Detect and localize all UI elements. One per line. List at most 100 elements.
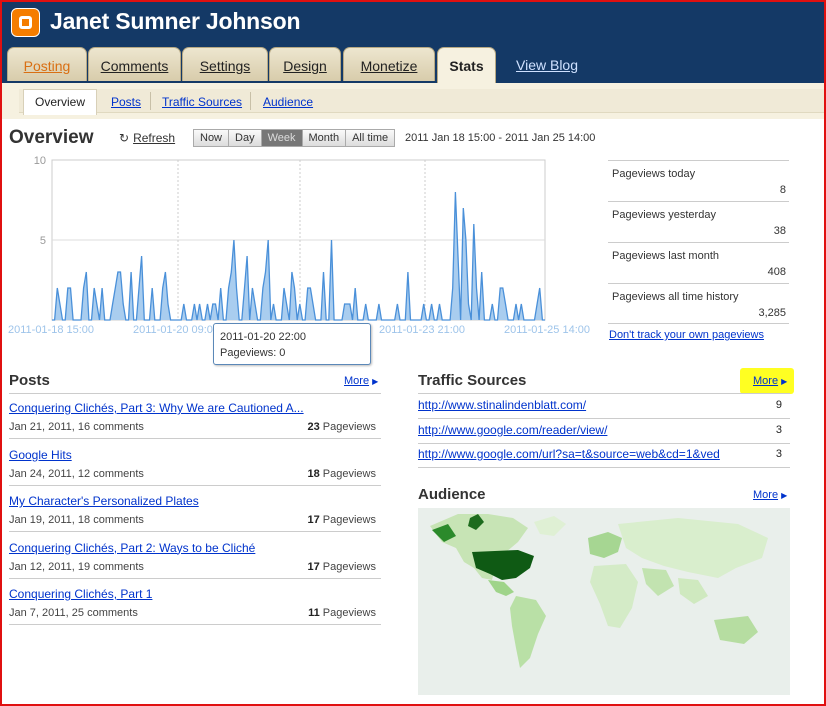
post-item: Conquering Clichés, Part 3: Why We are C… xyxy=(9,401,381,447)
refresh-icon: ↻ xyxy=(119,131,130,145)
audience-heading: Audience xyxy=(418,486,486,503)
blog-title: Janet Sumner Johnson xyxy=(50,8,301,34)
traffic-more-link[interactable]: More ▶ xyxy=(753,375,787,387)
range-day[interactable]: Day xyxy=(229,130,262,146)
y-tick-label: 5 xyxy=(40,235,46,247)
posts-heading: Posts xyxy=(9,372,50,389)
traffic-source-row: http://www.stinalindenblatt.com/9 xyxy=(418,395,790,419)
post-pageviews: 11 Pageviews xyxy=(308,607,376,619)
tab-stats[interactable]: Stats xyxy=(437,47,496,83)
post-item: Conquering Clichés, Part 1 Jan 7, 2011, 2… xyxy=(9,587,381,633)
view-blog-link[interactable]: View Blog xyxy=(516,57,578,73)
arrow-right-icon: ▶ xyxy=(781,491,788,500)
x-tick-label: 2011-01-25 14:00 xyxy=(504,324,590,336)
divider xyxy=(9,438,381,439)
post-views-count: 18 xyxy=(307,467,320,480)
post-views-count: 11 xyxy=(308,607,320,619)
tab-settings[interactable]: Settings xyxy=(182,47,268,81)
post-pageviews: 17 Pageviews xyxy=(307,561,376,573)
post-item: Conquering Clichés, Part 2: Ways to be C… xyxy=(9,541,381,587)
stat-label: Pageviews yesterday xyxy=(612,209,716,221)
tab-posting[interactable]: Posting xyxy=(7,47,87,81)
pageview-stats: Pageviews today 8 Pageviews yesterday 38 Pag… xyxy=(608,160,789,324)
stat-label: Pageviews today xyxy=(612,168,696,180)
range-month[interactable]: Month xyxy=(302,130,347,146)
post-views-count: 23 xyxy=(307,421,320,433)
range-week[interactable]: Week xyxy=(261,130,303,146)
pageviews-unit: Pageviews xyxy=(322,607,376,619)
post-meta: Jan 12, 2011, 19 comments xyxy=(9,560,144,573)
post-title-link[interactable]: Google Hits xyxy=(9,448,72,462)
post-title-link[interactable]: Conquering Clichés, Part 1 xyxy=(9,587,152,601)
date-range: 2011 Jan 18 15:00 - 2011 Jan 25 14:00 xyxy=(405,132,596,144)
traffic-source-row: http://www.google.com/url?sa=t&source=we… xyxy=(418,444,790,468)
blogger-logo-icon[interactable] xyxy=(11,8,40,37)
stat-label: Pageviews all time history xyxy=(612,291,739,303)
post-title-link[interactable]: Conquering Clichés, Part 2: Ways to be C… xyxy=(9,541,255,555)
traffic-source-count: 9 xyxy=(775,399,782,411)
refresh-button[interactable]: ↻ Refresh xyxy=(119,131,175,145)
stat-row: Pageviews today 8 xyxy=(608,160,789,201)
divider xyxy=(9,484,381,486)
subnav-divider xyxy=(250,92,251,110)
traffic-source-link[interactable]: http://www.stinalindenblatt.com/ xyxy=(418,398,586,412)
dont-track-link[interactable]: Don't track your own pageviews xyxy=(609,329,764,341)
post-meta: Jan 21, 2011, 16 comments xyxy=(9,421,144,433)
range-selector: Now Day Week Month All time xyxy=(193,129,396,147)
post-title-link[interactable]: My Character's Personalized Plates xyxy=(9,494,199,508)
pageviews-unit: Pageviews xyxy=(322,421,376,433)
traffic-source-count: 3 xyxy=(775,448,782,460)
audience-world-map[interactable] xyxy=(418,508,790,695)
stat-value: 38 xyxy=(773,225,786,237)
post-meta: Jan 19, 2011, 18 comments xyxy=(9,514,144,526)
tab-design[interactable]: Design xyxy=(269,47,341,81)
divider xyxy=(9,577,381,579)
stat-value: 408 xyxy=(767,266,786,278)
post-meta: Jan 7, 2011, 25 comments xyxy=(9,607,138,619)
audience-more-label: More xyxy=(753,489,779,501)
pageviews-unit: Pageviews xyxy=(322,560,376,573)
post-item: My Character's Personalized Plates Jan 19… xyxy=(9,494,381,540)
traffic-source-link[interactable]: http://www.google.com/url?sa=t&source=we… xyxy=(418,447,720,461)
x-tick-label: 2011-01-23 21:00 xyxy=(379,324,465,336)
traffic-source-row: http://www.google.com/reader/view/3 xyxy=(418,420,790,444)
posts-more-link[interactable]: More ▶ xyxy=(344,375,378,387)
pageviews-unit: Pageviews xyxy=(322,514,376,526)
subtab-traffic-sources[interactable]: Traffic Sources xyxy=(162,95,242,109)
pageviews-chart[interactable]: 1052011-01-18 15:00 2011-01-20 09:00 2011-… xyxy=(0,150,600,340)
post-views-count: 17 xyxy=(307,514,320,526)
post-meta: Jan 24, 2011, 12 comments xyxy=(9,467,144,480)
subtab-audience[interactable]: Audience xyxy=(263,95,313,109)
range-now[interactable]: Now xyxy=(194,130,230,146)
divider xyxy=(9,531,381,532)
post-pageviews: 18 Pageviews xyxy=(307,468,376,480)
divider xyxy=(418,393,790,394)
arrow-right-icon: ▶ xyxy=(781,377,788,386)
tooltip-value: Pageviews: 0 xyxy=(220,347,286,359)
divider xyxy=(9,393,381,394)
post-title-link[interactable]: Conquering Clichés, Part 3: Why We are C… xyxy=(9,401,304,415)
post-item: Google Hits Jan 24, 2011, 12 comments 18 P… xyxy=(9,448,381,494)
stat-value: 8 xyxy=(779,184,786,196)
divider xyxy=(9,624,381,625)
y-tick-label: 10 xyxy=(34,155,46,167)
refresh-label: Refresh xyxy=(133,131,176,145)
subnav-divider xyxy=(150,92,151,110)
overview-heading: Overview xyxy=(9,127,94,148)
traffic-source-link[interactable]: http://www.google.com/reader/view/ xyxy=(418,423,607,437)
subtab-overview[interactable]: Overview xyxy=(23,89,97,115)
arrow-right-icon: ▶ xyxy=(372,377,379,386)
tooltip-date: 2011-01-20 22:00 xyxy=(220,331,307,343)
tab-monetize[interactable]: Monetize xyxy=(343,47,435,81)
pageviews-unit: Pageviews xyxy=(322,467,376,480)
post-views-count: 17 xyxy=(307,560,320,573)
stat-row: Pageviews last month 408 xyxy=(608,242,789,283)
divider xyxy=(418,467,790,468)
range-all-time[interactable]: All time xyxy=(346,130,395,146)
stat-row: Pageviews yesterday 38 xyxy=(608,201,789,242)
tab-comments[interactable]: Comments xyxy=(88,47,181,81)
audience-more-link[interactable]: More ▶ xyxy=(753,489,787,501)
x-tick-label: 2011-01-18 15:00 xyxy=(8,324,94,336)
post-pageviews: 23 Pageviews xyxy=(307,421,376,433)
subtab-posts[interactable]: Posts xyxy=(111,95,141,109)
